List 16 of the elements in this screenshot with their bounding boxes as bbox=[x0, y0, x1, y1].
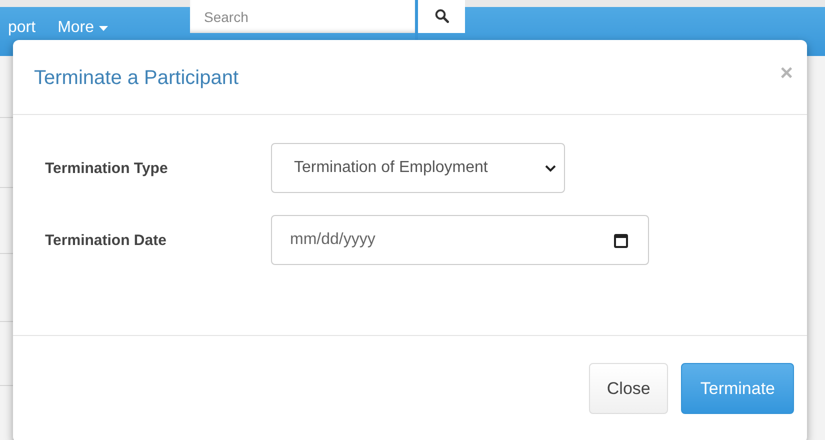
caret-icon bbox=[99, 26, 108, 30]
chevron-icon bbox=[545, 164, 556, 172]
nav-dropdown[interactable]: More bbox=[58, 19, 108, 37]
field-label: Termination Type bbox=[45, 160, 169, 176]
modal-title: Terminate a Participant bbox=[34, 66, 239, 90]
terminate-button[interactable]: Terminate bbox=[681, 363, 794, 414]
close-button[interactable]: × bbox=[774, 60, 799, 86]
search-button[interactable] bbox=[418, 0, 465, 33]
search-icon bbox=[434, 9, 448, 23]
date-field[interactable]: mm/dd/yyyy bbox=[271, 215, 649, 265]
field-label: Termination Date bbox=[45, 232, 168, 248]
search-field[interactable]: Search bbox=[190, 0, 415, 33]
select-field[interactable]: Termination of Employment bbox=[271, 143, 565, 193]
nav-link[interactable]: port bbox=[8, 19, 36, 37]
close-button[interactable]: Close bbox=[588, 363, 668, 414]
calendar-icon bbox=[614, 232, 628, 248]
